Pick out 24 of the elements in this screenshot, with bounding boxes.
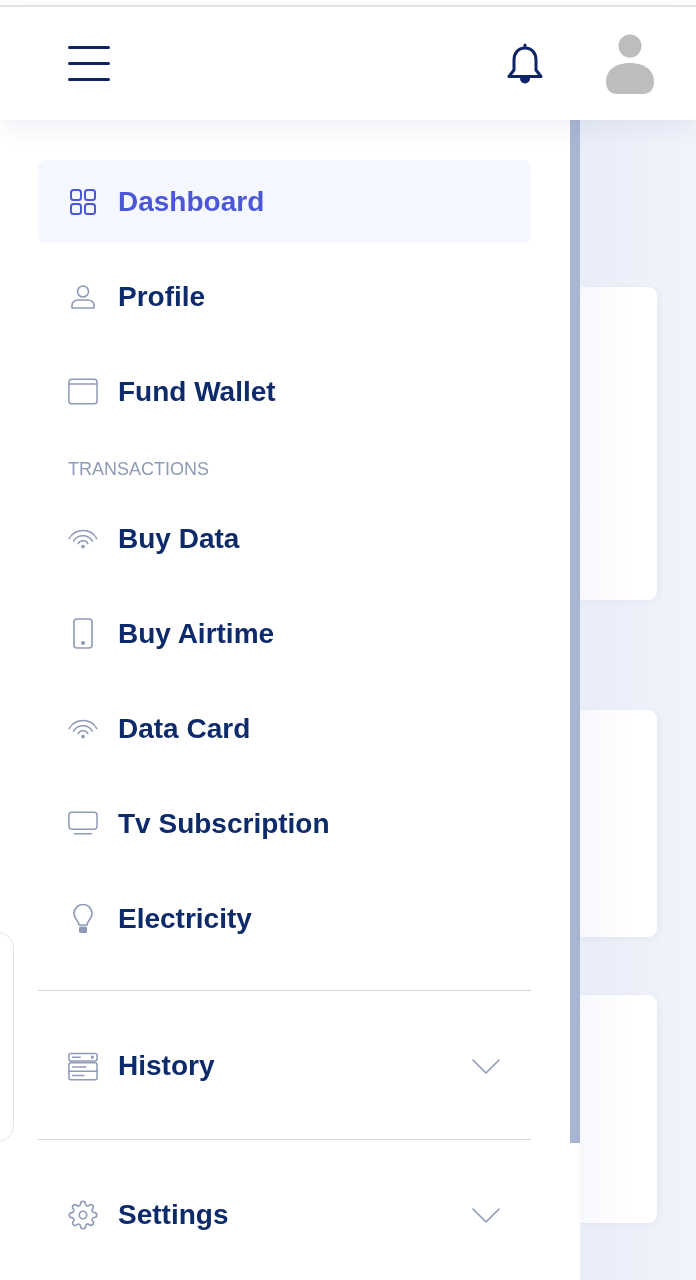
section-heading: TRANSACTIONS [67,458,210,481]
menu-item[interactable]: Tv Subscription [38,782,531,865]
menu-item[interactable]: Buy Data [38,497,531,580]
menu-item[interactable]: History [38,990,531,1139]
lightbulb-icon [73,903,93,934]
settings-icon [68,1200,98,1230]
phone-icon [73,618,93,649]
wifi-icon [68,528,98,549]
wifi-icon [68,718,98,739]
menu-item[interactable]: Dashboard [38,160,531,243]
menu-icon[interactable] [68,46,110,81]
scrollbar-thumb[interactable] [570,120,580,1143]
menu-item[interactable]: Settings [38,1139,531,1279]
menu-item[interactable]: Profile [38,255,531,338]
server-icon [68,1051,98,1081]
person-icon [71,284,95,309]
menu-item[interactable]: Electricity [38,877,531,960]
bell-icon[interactable] [505,42,545,85]
menu-item[interactable]: Fund Wallet [38,350,531,433]
menu-item[interactable]: Buy Airtime [38,592,531,675]
grid-icon [70,188,96,215]
monitor-icon [68,811,98,836]
card-icon [68,378,98,405]
menu-item[interactable]: Data Card [38,687,531,770]
